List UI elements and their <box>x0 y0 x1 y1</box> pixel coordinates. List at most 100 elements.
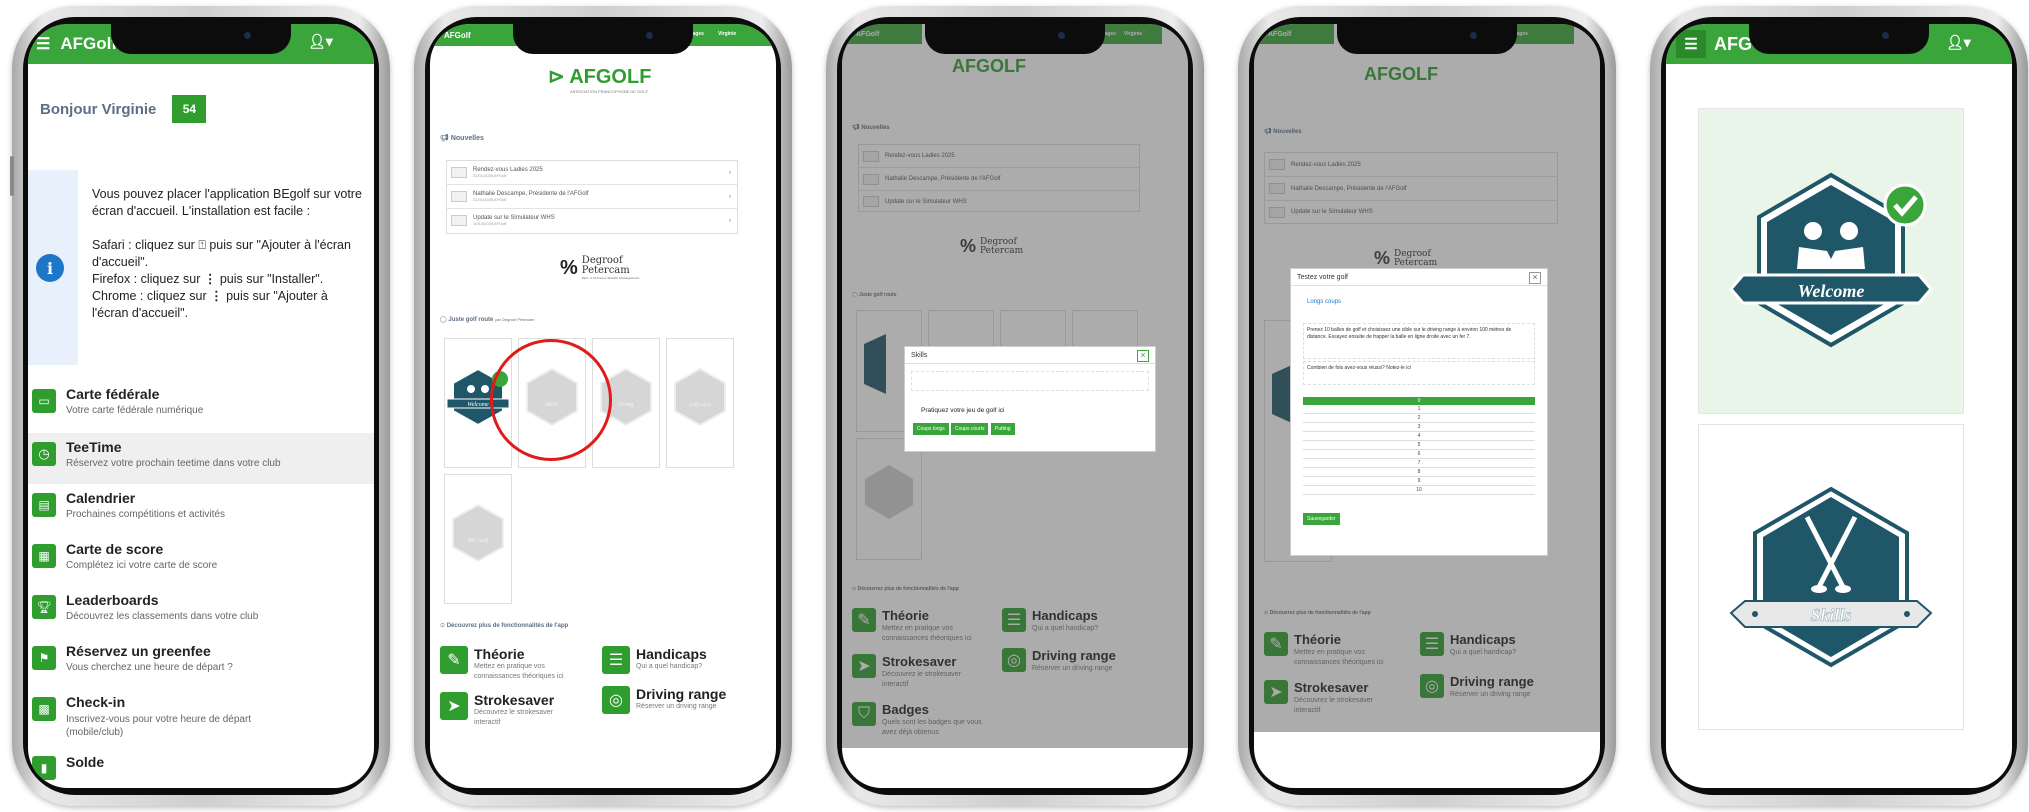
menu-item-solde[interactable]: ▮ Solde <box>28 748 374 780</box>
modal-close-button[interactable]: × <box>1529 272 1541 284</box>
news-item[interactable]: Rendez-vous Ladies 2025 21/01/2025 AFGolf… <box>447 161 737 185</box>
menu-item-title: Check-in <box>66 694 126 710</box>
news-item[interactable]: Update sur le Simulateur WHS 10/10/2024 A… <box>447 209 737 232</box>
score-option[interactable]: 3 <box>1303 423 1535 432</box>
menu-item-subtitle: Prochaines compétitions et activités <box>66 509 225 520</box>
menu-item-leaderboards[interactable]: 🏆︎ Leaderboards Découvrez les classement… <box>28 586 374 637</box>
app-title[interactable]: AFGolf <box>444 31 471 40</box>
feature-handicaps[interactable]: ☰ Handicaps Qui a quel handicap? <box>602 646 707 674</box>
badge-card-belgolf[interactable]: Bel Golf <box>444 474 512 604</box>
skills-badge-card[interactable]: Skills <box>1698 424 1964 730</box>
notch <box>111 24 291 54</box>
menu-item-check-in[interactable]: ▩ Check-in Inscrivez-vous pour votre heu… <box>28 688 374 748</box>
score-option-selected[interactable]: 0 <box>1303 397 1535 405</box>
score-option[interactable]: 4 <box>1303 432 1535 441</box>
badge-card-golfcourse[interactable]: Golfcourse <box>666 338 734 468</box>
score-option[interactable]: 5 <box>1303 441 1535 450</box>
screen-test-modal: AFGolf Messages AFGOLF 📢︎ Nouvelles Rend… <box>1254 24 1600 788</box>
app-title[interactable]: AFGolf <box>60 34 117 54</box>
modal-divider <box>1291 285 1547 286</box>
modal-divider <box>905 363 1155 364</box>
modal-close-button[interactable]: × <box>1137 350 1149 362</box>
screen-skills-modal: AFGolf Messages Virginie AFGOLF 📢︎ Nouve… <box>842 24 1188 788</box>
info-line: puis sur "Installer". <box>219 272 324 286</box>
modal-image-placeholder <box>911 371 1149 391</box>
percent-logo-icon: % <box>560 256 578 279</box>
menu-item-title: Solde <box>66 754 105 770</box>
target-icon: ◎ <box>602 686 630 714</box>
menu-item-subtitle: Réservez votre prochain teetime dans vot… <box>66 458 281 469</box>
feature-desc: Qui a quel handicap? <box>636 663 703 670</box>
greeting-bar: Bonjour Virginie 54 <box>28 64 374 154</box>
modal-title: Skills <box>911 352 928 359</box>
badges-heading: ◯ Juste golf route par Degroof Petercam <box>440 317 535 323</box>
notch <box>513 24 693 54</box>
score-option[interactable]: 2 <box>1303 414 1535 423</box>
logo-text: AFGOLF <box>569 66 652 88</box>
flag-icon: ⚑ <box>32 646 56 670</box>
phone-frame-2: AFGolf Messages Virginie ⊳ AFGOLF ASSOCI… <box>414 6 792 806</box>
info-line: Firefox : cliquez sur <box>92 272 201 286</box>
menu-item-title: Carte de score <box>66 541 164 557</box>
share-icon: ⍐ <box>198 238 206 252</box>
news-item[interactable]: Nathalie Descampe, Présidente de l'AFGol… <box>447 185 737 209</box>
modal-button-coups-courts[interactable]: Coups courts <box>951 423 989 435</box>
app-title[interactable]: AFG <box>1714 34 1752 55</box>
modal-button-coups-longs[interactable]: Coups longs <box>913 423 949 435</box>
score-option[interactable]: 6 <box>1303 450 1535 459</box>
scorecard-icon: ▦ <box>32 544 56 568</box>
discover-heading: ⊙ Découvrez plus de fonctionnalités de l… <box>440 623 569 629</box>
sponsor-logo: % Degroof Petercam Part of Indosuez Weal… <box>560 256 639 281</box>
menu-item-title: TeeTime <box>66 439 122 455</box>
modal-title: Testez votre golf <box>1297 274 1348 281</box>
feature-strokesaver[interactable]: ➤ Strokesaver Découvrez le strokesaver in… <box>440 692 574 728</box>
score-option[interactable]: 8 <box>1303 468 1535 477</box>
welcome-badge-card[interactable]: Welcome <box>1698 108 1964 414</box>
menu-item-calendrier[interactable]: ▤ Calendrier Prochaines compétitions et … <box>28 484 374 535</box>
skills-modal: Skills × Pratiquez votre jeu de golf ici… <box>904 346 1156 452</box>
greeting-text: Bonjour Virginie <box>40 100 157 118</box>
golfcourse-badge-icon: Golfcourse <box>674 367 726 427</box>
feature-theorie[interactable]: ✎ Théorie Mettez en pratique vos connaiss… <box>440 646 574 682</box>
menu-item-subtitle: Inscrivez-vous pour votre heure de dépar… <box>66 714 252 738</box>
svg-text:Welcome: Welcome <box>1798 281 1865 301</box>
kebab-icon: ⋮ <box>203 272 217 286</box>
modal-text: Pratiquez votre jeu de golf ici <box>921 407 1005 414</box>
screen-badges: ☰ AFG 👤︎▾ Welcome Skills <box>1666 24 2012 788</box>
menu-item-teetime[interactable]: ◷ TeeTime Réservez votre prochain teetim… <box>28 433 374 484</box>
phone-frame-3: AFGolf Messages Virginie AFGOLF 📢︎ Nouve… <box>826 6 1204 806</box>
question-box: Combien de fois avez-vous réussi? Notez-… <box>1303 361 1535 385</box>
hcp-badge: 54 <box>172 95 207 123</box>
score-option[interactable]: 1 <box>1303 405 1535 414</box>
clipboard-icon: ✎ <box>440 646 468 674</box>
menu-item-carte-de-score[interactable]: ▦ Carte de score Complétez ici votre car… <box>28 535 374 586</box>
svg-text:Welcome: Welcome <box>467 402 489 408</box>
id-card-icon: ▭ <box>32 389 56 413</box>
info-icon: i <box>36 254 64 282</box>
hamburger-menu-icon[interactable]: ☰ <box>1676 30 1706 58</box>
highlight-circle <box>490 339 612 461</box>
welcome-badge-icon: Welcome <box>1729 172 1933 348</box>
skills-badge-icon: Skills <box>1729 486 1933 668</box>
hamburger-menu-icon[interactable]: ☰ <box>36 34 50 54</box>
modal-button-putting[interactable]: Putting <box>991 423 1015 435</box>
feature-driving-range[interactable]: ◎ Driving range Réserver un driving range <box>602 686 726 714</box>
info-line: Safari : cliquez sur <box>92 238 195 252</box>
section-title: Longs coups <box>1307 299 1342 305</box>
phone-frame-4: AFGolf Messages AFGOLF 📢︎ Nouvelles Rend… <box>1238 6 1616 806</box>
score-option[interactable]: 9 <box>1303 477 1535 486</box>
user-icon[interactable]: 👤︎▾ <box>1946 34 1971 51</box>
feature-title: Théorie <box>474 646 525 662</box>
user-icon[interactable]: 👤︎▾ <box>308 33 333 50</box>
navigation-arrow-icon: ➤ <box>440 692 468 720</box>
score-option[interactable]: 10 <box>1303 486 1535 495</box>
feature-desc: Découvrez le strokesaver interactif <box>474 709 553 726</box>
kebab-icon: ⋮ <box>210 289 223 303</box>
user-link[interactable]: Virginie <box>718 31 736 37</box>
menu-item-carte-federale[interactable]: ▭ Carte fédérale Votre carte fédérale nu… <box>28 382 374 433</box>
svg-text:Golfcourse: Golfcourse <box>689 403 712 408</box>
phone-frame-5: ☰ AFG 👤︎▾ Welcome Skills <box>1650 6 2028 806</box>
save-button[interactable]: Sauvegarder <box>1303 513 1340 525</box>
menu-item-greenfee[interactable]: ⚑ Réservez un greenfee Vous cherchez une… <box>28 637 374 688</box>
score-option[interactable]: 7 <box>1303 459 1535 468</box>
